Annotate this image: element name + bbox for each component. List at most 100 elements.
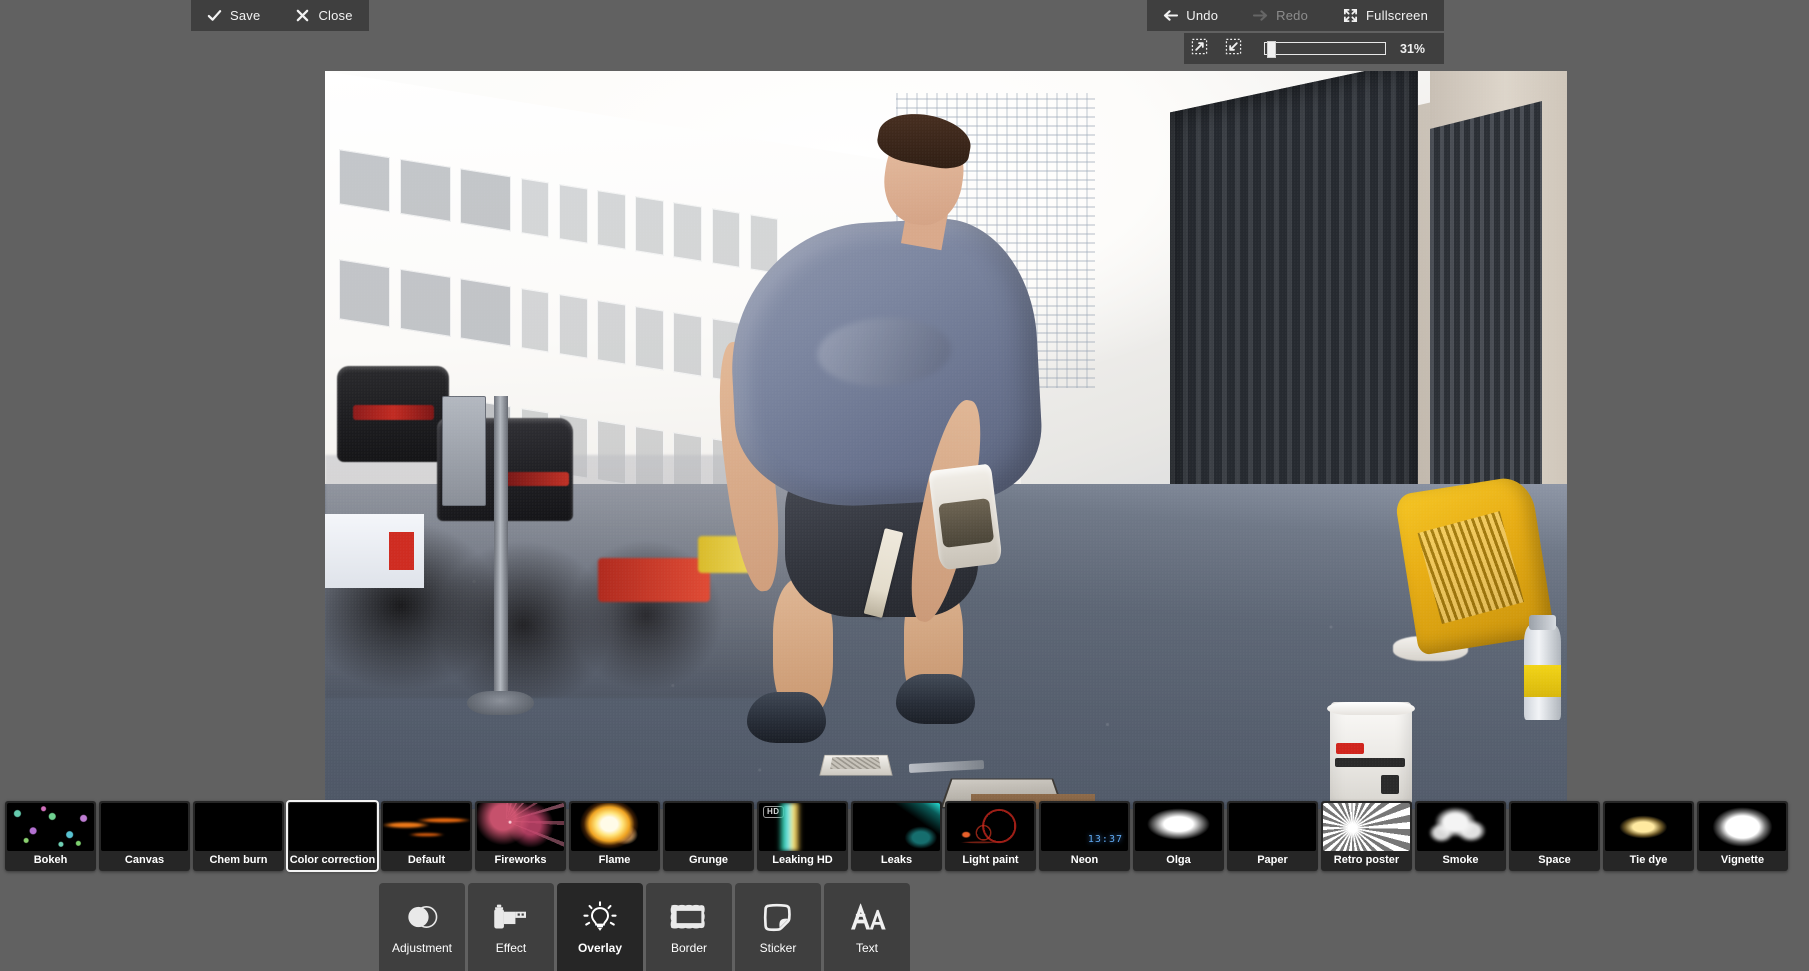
undo-button[interactable]: Undo <box>1147 0 1235 31</box>
zoom-out-icon <box>1191 38 1208 60</box>
redo-button[interactable]: Redo <box>1237 0 1325 31</box>
overlay-thumb-bokeh[interactable]: Bokeh <box>5 801 96 871</box>
overlay-preview <box>195 803 282 851</box>
mode-tab-effect[interactable]: Effect <box>468 883 554 971</box>
expand-corners-icon <box>1343 8 1358 23</box>
close-button[interactable]: Close <box>279 0 369 31</box>
overlay-label: Default <box>407 854 446 866</box>
arrow-left-icon <box>1163 9 1179 22</box>
overlay-thumb-neon[interactable]: 13:37 Neon <box>1039 801 1130 871</box>
zoom-in-icon <box>1225 38 1242 60</box>
overlay-label: Neon <box>1070 854 1099 866</box>
overlay-preview <box>289 803 376 851</box>
overlay-label: Retro poster <box>1333 854 1400 866</box>
street-sign-card <box>325 513 425 588</box>
overlay-label: Chem burn <box>209 854 268 866</box>
overlay-thumb-olga[interactable]: Olga <box>1133 801 1224 871</box>
zoom-out-button[interactable] <box>1184 33 1215 64</box>
save-label: Save <box>230 8 261 23</box>
overlay-preview <box>571 803 658 851</box>
overlay-label: Vignette <box>1720 854 1765 866</box>
fullscreen-button[interactable]: Fullscreen <box>1327 0 1444 31</box>
overlay-thumb-leaking-hd[interactable]: HD Leaking HD <box>757 801 848 871</box>
zoom-percent-label: 31% <box>1400 41 1426 56</box>
overlay-preview <box>1323 803 1410 851</box>
zoom-slider-handle[interactable] <box>1267 41 1277 58</box>
overlay-thumb-canvas[interactable]: Canvas <box>99 801 190 871</box>
overlay-thumb-paper[interactable]: Paper <box>1227 801 1318 871</box>
overlay-preview <box>101 803 188 851</box>
mode-label: Border <box>670 941 708 955</box>
overlay-thumb-light-paint[interactable]: Light paint <box>945 801 1036 871</box>
overlay-thumb-default[interactable]: Default <box>381 801 472 871</box>
overlay-preview <box>1605 803 1692 851</box>
film-roll-icon <box>489 900 533 934</box>
overlay-label: Tie dye <box>1629 854 1668 866</box>
overlay-preview <box>947 803 1034 851</box>
image-canvas[interactable] <box>325 71 1567 809</box>
overlay-label: Bokeh <box>33 854 68 866</box>
zoom-slider-group: 31% <box>1252 33 1444 64</box>
overlay-label: Leaks <box>880 854 913 866</box>
zoom-in-button[interactable] <box>1218 33 1249 64</box>
mode-label: Sticker <box>759 941 797 955</box>
editor-mode-bar[interactable]: Adjustment Effect Overlay Border Sticker Text <box>379 883 910 971</box>
overlay-preview <box>7 803 94 851</box>
fullscreen-label: Fullscreen <box>1366 8 1428 23</box>
overlay-thumb-flame[interactable]: Flame <box>569 801 660 871</box>
mode-tab-overlay[interactable]: Overlay <box>557 883 643 971</box>
file-toolbar: Save Close <box>191 0 369 31</box>
overlay-preview <box>1699 803 1786 851</box>
x-icon <box>295 8 310 23</box>
overlay-preview: HD <box>759 803 846 851</box>
overlay-thumb-tie-dye[interactable]: Tie dye <box>1603 801 1694 871</box>
overlay-thumb-vignette[interactable]: Vignette <box>1697 801 1788 871</box>
overlay-label: Canvas <box>124 854 165 866</box>
mode-tab-text[interactable]: Text <box>824 883 910 971</box>
mode-tab-sticker[interactable]: Sticker <box>735 883 821 971</box>
mode-label: Adjustment <box>391 941 453 955</box>
zoom-slider[interactable] <box>1264 41 1386 58</box>
text-aa-icon <box>845 900 889 934</box>
overlay-label: Olga <box>1166 854 1191 866</box>
overlay-thumb-leaks[interactable]: Leaks <box>851 801 942 871</box>
overlay-label: Smoke <box>1442 854 1479 866</box>
overlay-preview <box>1135 803 1222 851</box>
sign-pole <box>493 395 508 706</box>
close-label: Close <box>318 8 353 23</box>
neon-clock-text: 13:37 <box>1087 834 1123 845</box>
lightbulb-icon <box>578 900 622 934</box>
overlay-thumb-smoke[interactable]: Smoke <box>1415 801 1506 871</box>
overlay-label: Color correction <box>289 854 376 866</box>
overlay-thumb-color-correction[interactable]: Color correction <box>286 800 379 872</box>
mode-tab-border[interactable]: Border <box>646 883 732 971</box>
ace-bucket <box>1326 702 1416 809</box>
held-bucket <box>927 463 1003 571</box>
overlay-thumb-grunge[interactable]: Grunge <box>663 801 754 871</box>
photo-image <box>325 71 1567 809</box>
photo-editor-app: Save Close Undo Redo Fullscreen 31% Boke… <box>0 0 1809 971</box>
overlay-preview <box>665 803 752 851</box>
overlay-thumb-retro-poster[interactable]: Retro poster <box>1321 801 1412 871</box>
overlay-preview <box>477 803 564 851</box>
arrow-right-icon <box>1253 9 1268 22</box>
overlay-thumb-fireworks[interactable]: Fireworks <box>475 801 566 871</box>
left-shoe <box>747 692 826 743</box>
right-shoe <box>896 673 975 724</box>
overlay-label: Light paint <box>962 854 1019 866</box>
sticker-icon <box>756 900 800 934</box>
overlay-thumbnail-strip[interactable]: Bokeh Canvas Chem burn Color correction Defa… <box>5 800 1788 872</box>
mode-label: Effect <box>495 941 527 955</box>
mode-label: Overlay <box>577 941 623 955</box>
shirt <box>725 214 1046 512</box>
overlay-preview <box>383 803 470 851</box>
overlay-thumb-chem-burn[interactable]: Chem burn <box>193 801 284 871</box>
overlay-label: Grunge <box>688 854 729 866</box>
motorcycle-red-fairing <box>598 558 710 603</box>
frame-icon <box>667 900 711 934</box>
motorcycle-topcase-1 <box>337 366 450 463</box>
mode-tab-adjustment[interactable]: Adjustment <box>379 883 465 971</box>
history-toolbar: Undo Redo Fullscreen <box>1147 0 1444 31</box>
save-button[interactable]: Save <box>191 0 277 31</box>
overlay-thumb-space[interactable]: Space <box>1509 801 1600 871</box>
